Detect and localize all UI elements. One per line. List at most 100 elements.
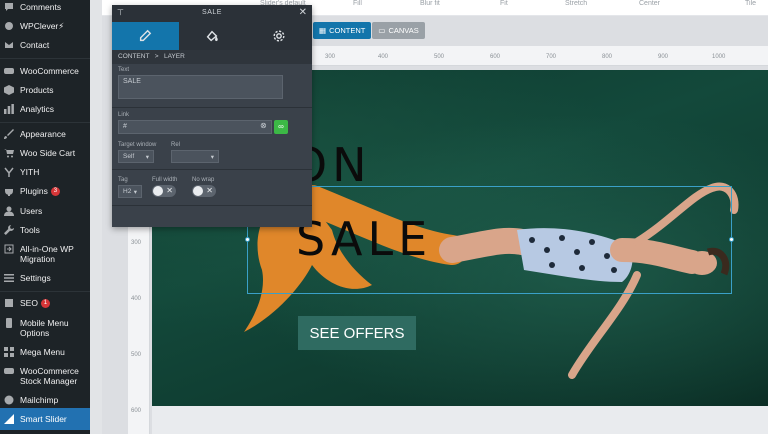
chevron-down-icon: ▾ (145, 153, 149, 161)
clear-link-icon[interactable]: ⊗ (260, 121, 267, 130)
plug-icon (4, 186, 14, 196)
menu-item-all-in-one-migration[interactable]: All-in-One WP Migration (0, 244, 90, 264)
tag-label: Tag (118, 177, 128, 183)
plugin-icon (4, 21, 14, 31)
ruler-tick-label: 600 (490, 54, 501, 60)
menu-item-mailchimp[interactable]: Mailchimp (0, 395, 90, 405)
tab-edit[interactable] (112, 22, 179, 50)
breadcrumb: CONTENT > LAYER (112, 50, 312, 64)
no-wrap-toggle[interactable]: ✕ (192, 185, 216, 197)
menu-item-woo-side-cart[interactable]: Woo Side Cart (0, 148, 90, 158)
menu-item-settings[interactable]: Settings (0, 273, 90, 283)
menu-item-plugins[interactable]: Plugins 3 (0, 186, 90, 197)
breadcrumb-layer: LAYER (163, 53, 185, 60)
tab-content[interactable]: ▦ CONTENT (313, 22, 372, 39)
wrench-icon (4, 225, 14, 235)
view-mode-tabs: ▦ CONTENT ▭ CANVAS (313, 22, 425, 39)
tab-style[interactable] (179, 22, 246, 50)
full-width-label: Full width (152, 177, 178, 183)
resize-handle-left[interactable] (245, 237, 250, 242)
menu-item-woocommerce[interactable]: WooCommerce (0, 66, 90, 76)
bg-mode-option[interactable]: Fill (353, 0, 362, 7)
canvas-view-icon: ▭ (378, 26, 386, 35)
link-chain-icon[interactable]: ∞ (274, 120, 288, 134)
bg-mode-option[interactable]: Fit (500, 0, 508, 7)
ruler-tick-label: 400 (378, 54, 389, 60)
comments-icon (4, 2, 14, 12)
panel-divider (112, 205, 312, 206)
ruler-tick-label: 500 (434, 54, 445, 60)
cart-icon (4, 148, 14, 158)
no-wrap-label: No wrap (192, 177, 215, 183)
target-window-value: Self (123, 153, 135, 160)
chevron-down-icon: ▾ (133, 188, 137, 196)
menu-item-mega-menu[interactable]: Mega Menu (0, 347, 90, 357)
ruler-tick-label: 300 (131, 240, 142, 246)
menu-item-comments[interactable]: Comments (0, 2, 90, 12)
menu-label: Settings (20, 273, 51, 283)
menu-icon (4, 318, 14, 328)
menu-separator (0, 291, 90, 292)
tag-select[interactable]: H2 ▾ (118, 185, 142, 198)
bg-mode-option[interactable]: Tile (745, 0, 756, 7)
mega-menu-icon (4, 347, 14, 357)
target-window-select[interactable]: Self ▾ (118, 150, 154, 163)
menu-item-products[interactable]: Products (0, 85, 90, 95)
ruler-tick-label: 700 (546, 54, 557, 60)
tab-canvas[interactable]: ▭ CANVAS (372, 22, 425, 39)
bg-mode-option[interactable]: Blur fit (420, 0, 440, 7)
text-field-label: Text (118, 67, 130, 73)
see-offers-button[interactable]: SEE OFFERS (298, 316, 416, 350)
breadcrumb-chevron-icon: > (151, 53, 163, 60)
menu-item-appearance[interactable]: Appearance (0, 129, 90, 139)
menu-item-analytics[interactable]: Analytics (0, 104, 90, 114)
ruler-tick-label: 400 (131, 296, 142, 302)
menu-label: WooCommerce (20, 66, 79, 76)
pencil-icon (140, 29, 152, 42)
menu-label: Mailchimp (20, 395, 59, 405)
layer-settings-panel: ⊤ SALE ✕ CONTENT > LAYER Text SALE Link … (112, 5, 312, 227)
menu-item-contact[interactable]: Contact (0, 40, 90, 50)
box-icon (4, 85, 14, 95)
envelope-icon (4, 40, 14, 50)
menu-item-yith[interactable]: YITH (0, 167, 90, 177)
panel-divider (112, 107, 312, 108)
ruler-tick-label: 600 (131, 408, 142, 414)
mailchimp-icon (4, 395, 14, 405)
link-field-label: Link (118, 112, 130, 118)
smart-slider-icon (4, 414, 14, 424)
ruler-tick-label: 800 (602, 54, 613, 60)
breadcrumb-content[interactable]: CONTENT (118, 53, 149, 60)
menu-item-smart-slider[interactable]: Smart Slider (0, 408, 90, 430)
rel-select[interactable]: ▾ (171, 150, 219, 163)
settings-icon (4, 273, 14, 283)
panel-header[interactable]: ⊤ SALE ✕ (112, 5, 312, 22)
menu-item-stock-manager[interactable]: WooCommerce Stock Manager (0, 366, 90, 386)
menu-item-mobile-menu-options[interactable]: Mobile Menu Options (0, 318, 90, 338)
toggle-knob (193, 186, 203, 196)
toggle-off-icon: ✕ (166, 186, 173, 195)
ruler-tick-label: 1000 (712, 54, 726, 60)
tab-settings[interactable] (245, 22, 312, 50)
full-width-toggle[interactable]: ✕ (152, 185, 176, 197)
editor-left-strip (90, 0, 102, 434)
close-icon[interactable]: ✕ (299, 7, 307, 18)
paint-bucket-icon (206, 30, 218, 42)
menu-item-users[interactable]: Users (0, 206, 90, 216)
menu-item-tools[interactable]: Tools (0, 225, 90, 235)
chevron-down-icon: ▾ (210, 153, 214, 161)
menu-item-seo[interactable]: SEO 1 (0, 298, 90, 309)
resize-handle-right[interactable] (729, 237, 734, 242)
gear-icon (273, 30, 285, 42)
menu-label: WooCommerce Stock Manager (20, 366, 79, 386)
menu-item-wpclever[interactable]: WPClever⚡ (0, 21, 90, 31)
link-input[interactable]: # (118, 120, 272, 134)
layer-selection-box[interactable] (245, 186, 734, 294)
stock-icon (4, 366, 14, 376)
bg-mode-option[interactable]: Center (639, 0, 660, 7)
bg-mode-option[interactable]: Stretch (565, 0, 587, 7)
text-input[interactable]: SALE (118, 75, 283, 99)
tab-content-label: CONTENT (329, 26, 366, 35)
menu-label: Woo Side Cart (20, 148, 76, 158)
menu-separator (0, 58, 90, 59)
